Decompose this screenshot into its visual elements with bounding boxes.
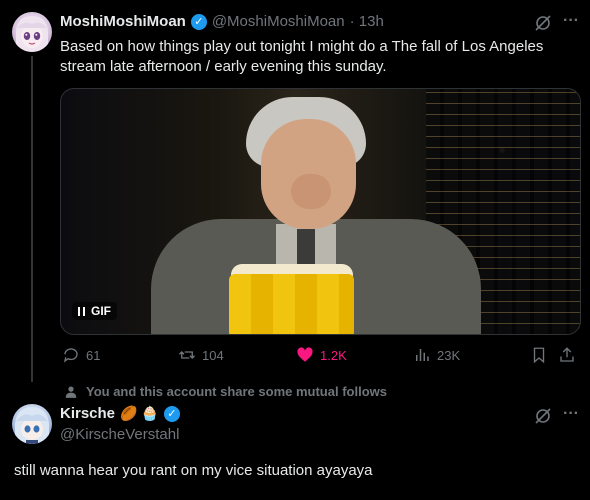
verified-badge-icon: ✓	[190, 13, 207, 30]
like-count: 1.2K	[320, 347, 347, 363]
tweet-gif-media[interactable]	[60, 88, 581, 335]
views-button[interactable]: 23K	[413, 346, 460, 364]
views-chart-icon	[416, 349, 429, 361]
author-display-name[interactable]: MoshiMoshiMoan	[60, 13, 186, 30]
reply-icon	[63, 348, 78, 363]
anime-avatar-icon	[16, 16, 48, 52]
gif-badge[interactable]: GIF	[72, 302, 117, 320]
grok-icon[interactable]	[534, 407, 552, 430]
gif-label: GIF	[91, 304, 111, 318]
heart-icon	[297, 347, 313, 362]
reply-button[interactable]: 61	[62, 346, 100, 364]
mutual-follows-text: You and this account share some mutual f…	[86, 384, 387, 399]
tweet-text: Based on how things play out tonight I m…	[60, 38, 544, 75]
bookmark-button[interactable]	[530, 346, 548, 369]
tweet-header: MoshiMoshiMoan ✓ @MoshiMoshiMoan · 13h	[60, 13, 384, 30]
reply-handle[interactable]: @KirscheVerstahl	[60, 426, 179, 443]
gif-person-hand	[291, 174, 331, 209]
tweet-time[interactable]: · 13h	[350, 13, 384, 30]
mutual-follows-note: You and this account share some mutual f…	[64, 384, 387, 399]
verified-badge-icon: ✓	[163, 405, 180, 422]
share-icon	[560, 347, 574, 362]
popcorn-bucket	[229, 274, 354, 334]
repost-button[interactable]: 104	[178, 346, 224, 364]
person-icon	[65, 385, 77, 398]
thread-connector-line	[31, 56, 33, 382]
share-button[interactable]	[558, 346, 576, 369]
anime-avatar-icon	[15, 407, 49, 444]
reply-author-avatar[interactable]	[12, 404, 52, 444]
name-emojis: 🏉 🧁	[120, 405, 159, 421]
views-count: 23K	[437, 347, 461, 363]
grok-icon[interactable]	[534, 14, 552, 37]
reply-text: still wanna hear you rant on my vice sit…	[14, 462, 373, 479]
more-options-icon[interactable]: ···	[563, 12, 579, 30]
reply-count: 61	[86, 347, 101, 363]
reply-header: Kirsche 🏉 🧁 ✓	[60, 405, 180, 422]
bookmark-icon	[533, 347, 545, 364]
author-avatar[interactable]	[12, 12, 52, 52]
more-options-icon[interactable]: ···	[563, 405, 579, 423]
reply-display-name[interactable]: Kirsche	[60, 405, 115, 422]
like-button[interactable]: 1.2K	[296, 346, 347, 364]
repost-count: 104	[202, 347, 224, 363]
pause-icon[interactable]	[78, 306, 85, 316]
repost-icon	[179, 351, 195, 359]
author-handle[interactable]: @MoshiMoshiMoan	[212, 13, 345, 30]
